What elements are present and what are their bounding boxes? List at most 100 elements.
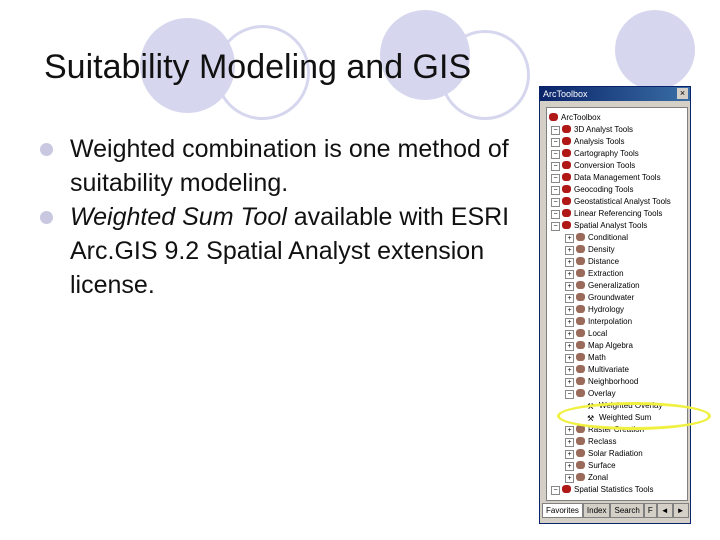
toolset-item[interactable]: + Groundwater: [565, 292, 634, 304]
expand-icon[interactable]: +: [565, 474, 574, 483]
tree-item-label: Neighborhood: [588, 377, 639, 386]
toolset-icon: [576, 293, 585, 301]
toolset-icon: [576, 281, 585, 289]
bullet-italic-text: Weighted Sum Tool: [70, 203, 287, 231]
tab-index[interactable]: Index: [582, 503, 611, 518]
toolbox-tree[interactable]: ArcToolbox −3D Analyst Tools − Analysis Too…: [546, 107, 688, 501]
toolbox-icon: [562, 221, 571, 229]
toolset-item[interactable]: + Local: [565, 328, 607, 340]
tree-item-label: Extraction: [588, 269, 624, 278]
expand-icon[interactable]: +: [565, 378, 574, 387]
bullet-list: Weighted combination is one method of su…: [40, 132, 520, 302]
toolset-item[interactable]: + Neighborhood: [565, 376, 638, 388]
collapse-icon[interactable]: −: [551, 126, 560, 135]
toolset-item[interactable]: − Overlay: [565, 388, 616, 400]
tree-item-label: Hydrology: [588, 305, 625, 314]
tree-item-label: Geostatistical Analyst Tools: [574, 197, 671, 206]
tree-item-label: Analysis Tools: [574, 137, 625, 146]
expand-icon[interactable]: +: [565, 234, 574, 243]
expand-icon[interactable]: +: [565, 258, 574, 267]
toolbox-item[interactable]: − Spatial Analyst Tools: [551, 220, 647, 232]
toolset-item[interactable]: + Reclass: [565, 436, 616, 448]
collapse-icon[interactable]: −: [551, 138, 560, 147]
expand-icon[interactable]: +: [565, 282, 574, 291]
toolset-item[interactable]: + Conditional: [565, 232, 628, 244]
toolset-item[interactable]: + Extraction: [565, 268, 624, 280]
toolset-item[interactable]: + Math: [565, 352, 606, 364]
expand-icon[interactable]: +: [565, 438, 574, 447]
expand-icon[interactable]: +: [565, 342, 574, 351]
toolset-item[interactable]: + Zonal: [565, 472, 608, 484]
collapse-icon[interactable]: −: [551, 198, 560, 207]
expand-icon[interactable]: +: [565, 246, 574, 255]
toolset-icon: [576, 305, 585, 313]
toolbox-item[interactable]: − Cartography Tools: [551, 148, 639, 160]
toolbox-icon: [562, 485, 571, 493]
expand-icon[interactable]: +: [565, 270, 574, 279]
collapse-icon[interactable]: −: [551, 174, 560, 183]
tree-item-label: Interpolation: [588, 317, 633, 326]
toolset-item[interactable]: + Distance: [565, 256, 619, 268]
expand-icon[interactable]: +: [565, 330, 574, 339]
tree-item-label: Linear Referencing Tools: [574, 209, 663, 218]
collapse-icon[interactable]: −: [551, 162, 560, 171]
toolset-item[interactable]: + Hydrology: [565, 304, 624, 316]
toolbox-item[interactable]: − Analysis Tools: [551, 136, 625, 148]
expand-icon[interactable]: +: [565, 462, 574, 471]
bullet-icon: [40, 143, 53, 156]
toolbox-item[interactable]: − 3D Analyst Tools: [551, 124, 633, 136]
tree-item-label: Spatial Analyst Tools: [574, 221, 648, 230]
decor-circle: [615, 10, 695, 90]
toolset-item[interactable]: + Surface: [565, 460, 616, 472]
toolbox-item[interactable]: − Spatial Statistics Tools: [551, 484, 653, 496]
tab-search[interactable]: Search: [610, 503, 644, 518]
toolbox-icon: [549, 113, 558, 121]
scroll-left-button[interactable]: ◄: [656, 503, 673, 518]
expand-icon[interactable]: +: [565, 366, 574, 375]
toolset-icon: [576, 377, 585, 385]
toolbox-item[interactable]: − Conversion Tools: [551, 160, 635, 172]
tree-item-label: Multivariate: [588, 365, 629, 374]
toolset-item[interactable]: + Multivariate: [565, 364, 629, 376]
toolset-item[interactable]: + Generalization: [565, 280, 640, 292]
toolset-icon: [576, 389, 585, 397]
toolset-item[interactable]: + Solar Radiation: [565, 448, 643, 460]
bullet-text: Weighted combination is one method of su…: [70, 135, 509, 197]
toolbox-item[interactable]: − Geostatistical Analyst Tools: [551, 196, 671, 208]
toolset-item[interactable]: + Interpolation: [565, 316, 632, 328]
tree-item-label: Local: [588, 329, 608, 338]
toolset-icon: [576, 341, 585, 349]
expand-icon[interactable]: +: [565, 306, 574, 315]
toolset-item[interactable]: + Density: [565, 244, 615, 256]
expand-icon[interactable]: +: [565, 294, 574, 303]
tree-item-label: Cartography Tools: [574, 149, 639, 158]
toolbox-icon: [562, 185, 571, 193]
collapse-icon[interactable]: −: [551, 222, 560, 231]
close-button[interactable]: ×: [677, 88, 688, 99]
tab-favorites[interactable]: Favorites: [542, 503, 583, 518]
collapse-icon[interactable]: −: [551, 186, 560, 195]
scroll-right-button[interactable]: ►: [672, 503, 689, 518]
expand-icon[interactable]: +: [565, 426, 574, 435]
tree-root[interactable]: ArcToolbox: [549, 112, 601, 124]
toolset-icon: [576, 449, 585, 457]
expand-icon[interactable]: +: [565, 318, 574, 327]
toolset-item[interactable]: + Map Algebra: [565, 340, 633, 352]
expand-icon[interactable]: +: [565, 354, 574, 363]
toolset-icon: [576, 353, 585, 361]
collapse-icon[interactable]: −: [551, 150, 560, 159]
toolbox-item[interactable]: − Data Management Tools: [551, 172, 661, 184]
expand-icon[interactable]: +: [565, 450, 574, 459]
collapse-icon[interactable]: −: [551, 210, 560, 219]
toolbox-item[interactable]: − Geocoding Tools: [551, 184, 633, 196]
collapse-icon[interactable]: −: [565, 390, 574, 399]
tree-item-label: Zonal: [588, 473, 609, 482]
toolbox-icon: [562, 137, 571, 145]
toolbox-icon: [562, 149, 571, 157]
tree-item-label: Solar Radiation: [588, 449, 643, 458]
tab-f[interactable]: F: [643, 503, 657, 518]
toolset-icon: [576, 245, 585, 253]
window-title: ArcToolbox: [543, 89, 588, 99]
toolbox-item[interactable]: − Linear Referencing Tools: [551, 208, 662, 220]
collapse-icon[interactable]: −: [551, 486, 560, 495]
